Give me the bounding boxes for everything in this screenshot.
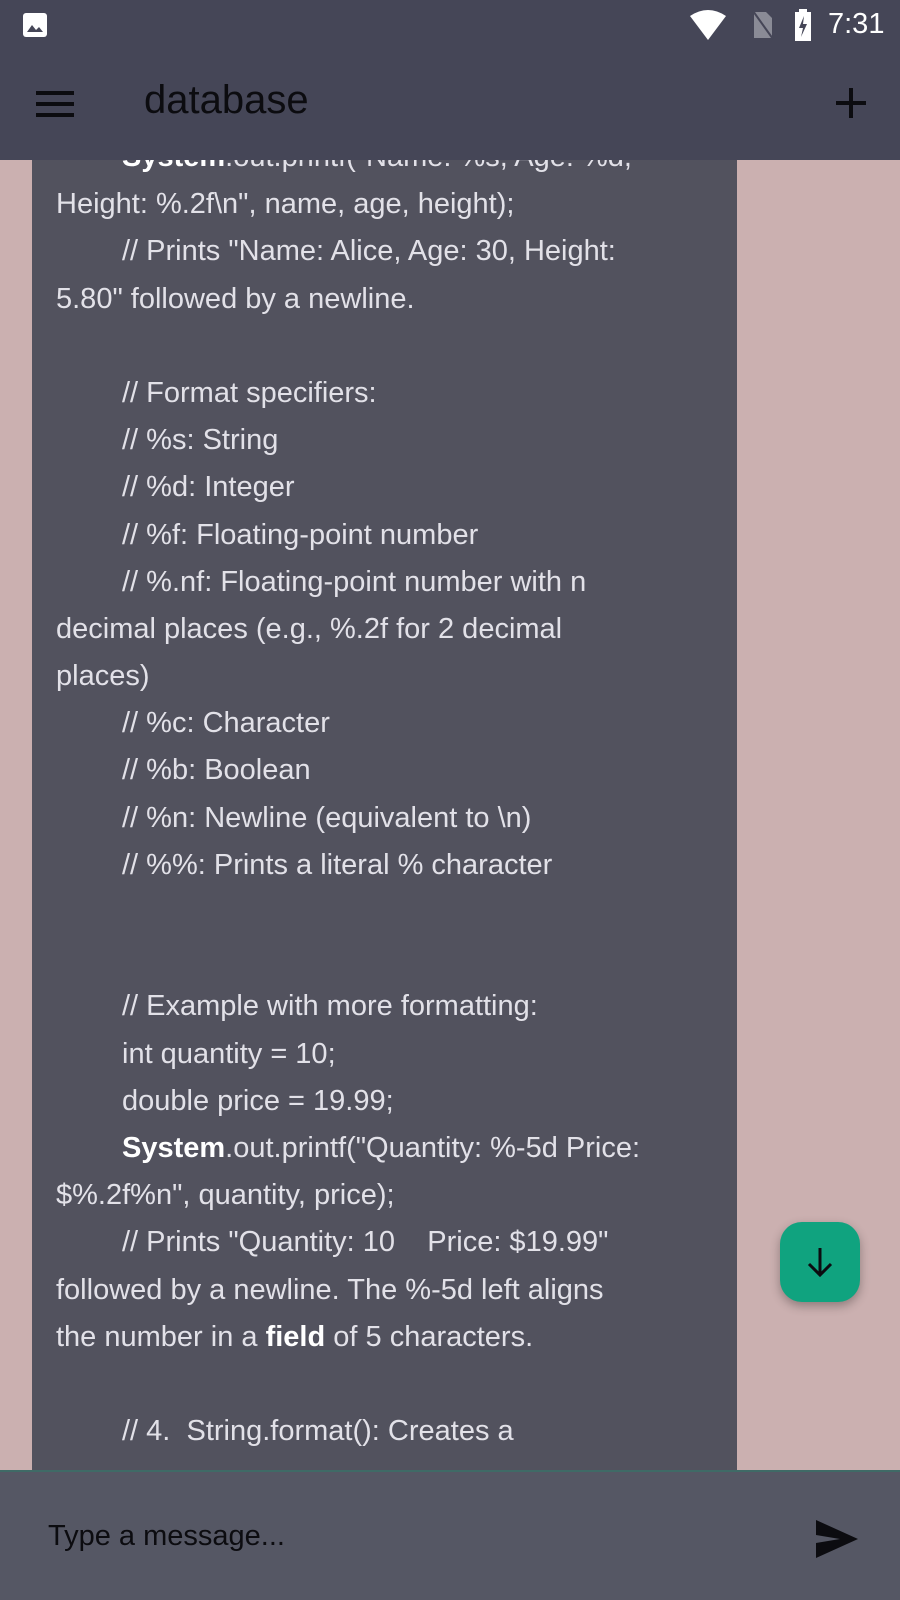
message-line: // %%: Prints a literal % character [56,842,716,889]
message-line [56,1361,716,1408]
page-title: database [144,78,309,122]
menu-icon[interactable] [36,90,74,118]
message-line: int quantity = 10; [56,1031,716,1078]
message-bubble: System.out.printf("Name: %s, Age: %d,Hei… [32,0,737,1470]
app-bar: database [0,52,900,160]
text-segment: decimal places (e.g., %.2f for 2 decimal [56,612,563,645]
text-segment: places) [56,660,150,693]
message-line: // Format specifiers: [56,370,716,417]
text-segment: double price = 19.99; [122,1084,394,1117]
text-segment: // %f: Floating-point number [122,518,479,551]
status-bar: 7:31 [0,0,900,52]
text-segment: // %d: Integer [122,471,295,504]
message-line [56,936,716,983]
message-line: followed by a newline. The %-5d left ali… [56,1267,716,1314]
text-segment: // %s: String [122,424,279,457]
text-segment: .out.printf("Quantity: %-5d Price: [225,1131,641,1164]
message-line: // Prints "Quantity: 10 Price: $19.99" [56,1219,716,1266]
message-line: double price = 19.99; [56,1078,716,1125]
message-line: decimal places (e.g., %.2f for 2 decimal [56,606,716,653]
message-line: // %s: String [56,417,716,464]
text-segment: followed by a newline. The %-5d left ali… [56,1273,604,1306]
message-line: 5.80" followed by a newline. [56,276,716,323]
text-segment: // %b: Boolean [122,754,311,787]
message-text: System.out.printf("Name: %s, Age: %d,Hei… [56,134,716,1455]
message-line: // %.nf: Floating-point number with n [56,559,716,606]
text-segment: of 5 characters. [325,1320,534,1353]
message-line: Height: %.2f\n", name, age, height); [56,181,716,228]
message-line [56,323,716,370]
text-segment: // Prints "Name: Alice, Age: 30, Height: [122,235,616,268]
text-segment: // 4. String.format(): Creates a [122,1415,514,1448]
bold-text: System [122,1131,226,1164]
message-line: // %b: Boolean [56,747,716,794]
text-segment: $%.2f%n", quantity, price); [56,1179,395,1212]
text-segment: // %n: Newline (equivalent to \n) [122,801,532,834]
message-line: // Prints "Name: Alice, Age: 30, Height: [56,228,716,275]
message-line: // %n: Newline (equivalent to \n) [56,795,716,842]
battery-charging-icon [795,9,811,41]
bold-text: field [265,1320,326,1353]
text-segment: Height: %.2f\n", name, age, height); [56,188,515,221]
send-icon[interactable] [816,1520,858,1558]
status-time: 7:31 [828,8,885,40]
message-line: System.out.printf("Quantity: %-5d Price: [56,1125,716,1172]
text-segment: // Example with more formatting: [122,990,538,1023]
message-line: // %c: Character [56,700,716,747]
message-line: // %f: Floating-point number [56,512,716,559]
message-line: $%.2f%n", quantity, price); [56,1172,716,1219]
no-sim-icon [752,10,774,40]
text-segment: // Format specifiers: [122,376,377,409]
text-segment: 5.80" followed by a newline. [56,282,415,315]
text-segment: // %.nf: Floating-point number with n [122,565,587,598]
message-line: // %d: Integer [56,464,716,511]
text-segment: // Prints "Quantity: 10 Price: $19.99" [122,1226,609,1259]
text-segment: int quantity = 10; [122,1037,336,1070]
message-line: the number in a field of 5 characters. [56,1314,716,1361]
message-input-bar: Type a message... [0,1470,900,1600]
plus-icon[interactable] [834,86,868,120]
message-line: // 4. String.format(): Creates a [56,1408,716,1455]
text-segment: // %%: Prints a literal % character [122,848,553,881]
message-line: places) [56,653,716,700]
text-segment: the number in a [56,1320,266,1353]
arrow-down-icon [807,1248,833,1278]
image-icon [23,13,47,37]
text-segment: // %c: Character [122,707,330,740]
message-line [56,889,716,936]
wifi-icon [690,10,726,40]
scroll-to-bottom-button[interactable] [780,1222,860,1302]
message-line: // Example with more formatting: [56,983,716,1030]
message-input[interactable]: Type a message... [48,1520,285,1553]
